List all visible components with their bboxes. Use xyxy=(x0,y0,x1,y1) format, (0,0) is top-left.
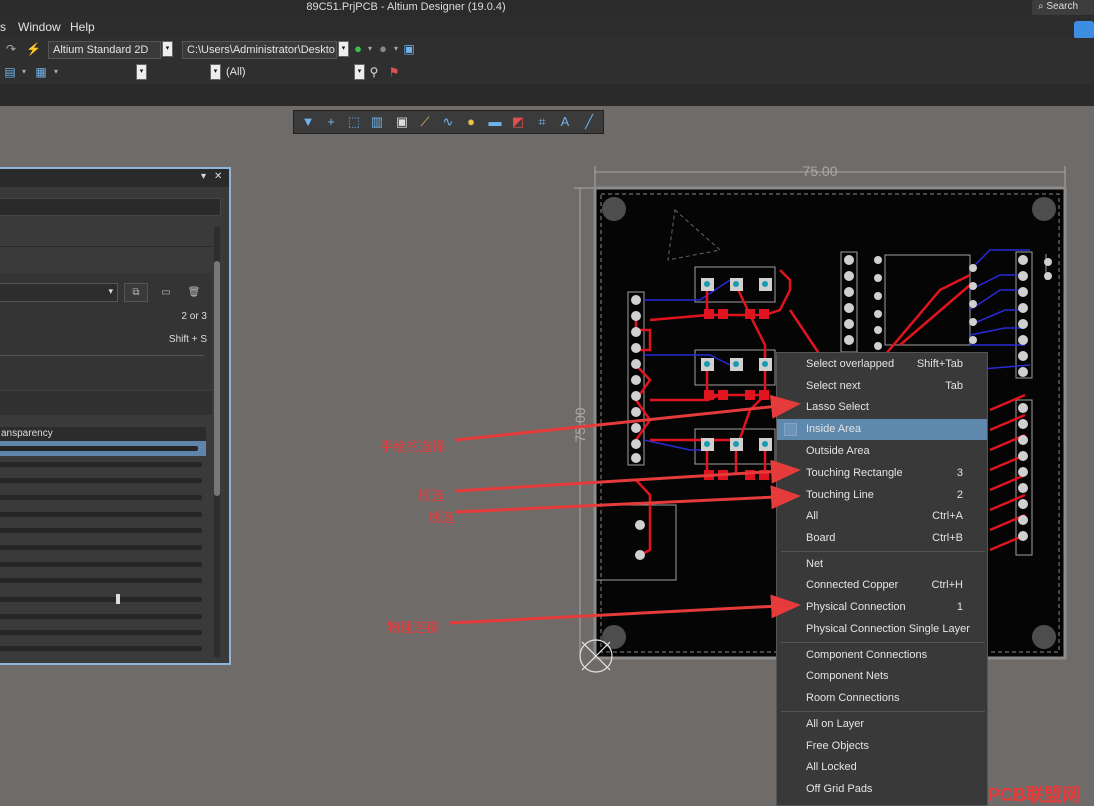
annotation-arrows xyxy=(449,394,801,625)
arrow-touching-rectangle xyxy=(454,459,801,493)
annotation-physical: 物理连接 xyxy=(387,620,440,635)
arrow-physical-connection xyxy=(449,594,801,625)
annotation-rectangle: 框选 xyxy=(418,488,445,503)
annotation-line: 线选 xyxy=(428,510,455,525)
annotation-lasso: 手绘的选择 xyxy=(380,439,446,454)
watermark: PCB联盟网 xyxy=(988,785,1081,805)
arrow-touching-line xyxy=(454,485,801,514)
arrow-lasso xyxy=(454,394,801,442)
